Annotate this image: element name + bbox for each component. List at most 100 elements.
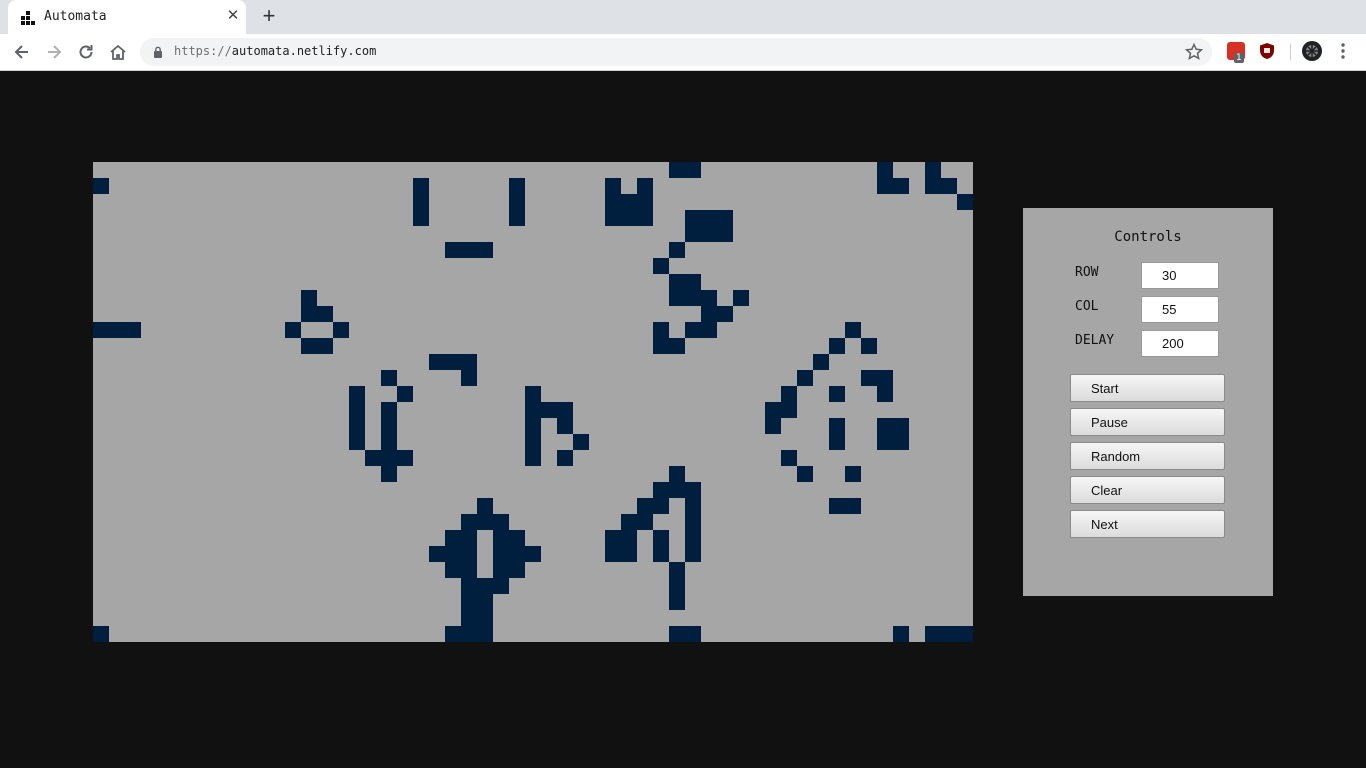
- grid-cell-live[interactable]: [637, 194, 653, 210]
- browser-tab[interactable]: Automata ✕: [8, 0, 246, 34]
- grid-cell-live[interactable]: [317, 338, 333, 354]
- grid-cell-live[interactable]: [781, 402, 797, 418]
- grid-cell-live[interactable]: [349, 402, 365, 418]
- grid-cell-live[interactable]: [381, 434, 397, 450]
- grid-cell-live[interactable]: [445, 562, 461, 578]
- grid-cell-live[interactable]: [701, 306, 717, 322]
- next-button[interactable]: Next: [1070, 510, 1225, 538]
- grid-cell-live[interactable]: [509, 530, 525, 546]
- grid-cell-live[interactable]: [461, 370, 477, 386]
- grid-cell-live[interactable]: [637, 514, 653, 530]
- grid-cell-live[interactable]: [477, 594, 493, 610]
- grid-cell-live[interactable]: [605, 530, 621, 546]
- grid-cell-live[interactable]: [461, 242, 477, 258]
- grid-cell-live[interactable]: [797, 370, 813, 386]
- grid-cell-live[interactable]: [461, 562, 477, 578]
- delay-input[interactable]: [1141, 330, 1219, 357]
- grid-cell-live[interactable]: [653, 482, 669, 498]
- grid-cell-live[interactable]: [621, 514, 637, 530]
- grid-cell-live[interactable]: [637, 498, 653, 514]
- grid-cell-live[interactable]: [685, 530, 701, 546]
- menu-kebab-icon[interactable]: [1336, 42, 1350, 60]
- grid-cell-live[interactable]: [349, 386, 365, 402]
- address-bar[interactable]: https://automata.netlify.com: [140, 38, 1212, 66]
- grid-cell-live[interactable]: [813, 354, 829, 370]
- grid-cell-live[interactable]: [653, 322, 669, 338]
- grid-cell-live[interactable]: [717, 306, 733, 322]
- grid-cell-live[interactable]: [941, 626, 957, 642]
- grid-cell-live[interactable]: [477, 242, 493, 258]
- grid-cell-live[interactable]: [685, 274, 701, 290]
- grid-cell-live[interactable]: [493, 562, 509, 578]
- grid-cell-live[interactable]: [509, 194, 525, 210]
- grid-cell-live[interactable]: [461, 354, 477, 370]
- grid-cell-live[interactable]: [669, 242, 685, 258]
- grid-cell-live[interactable]: [477, 626, 493, 642]
- grid-cell-live[interactable]: [525, 386, 541, 402]
- grid-cell-live[interactable]: [125, 322, 141, 338]
- grid-cell-live[interactable]: [621, 194, 637, 210]
- grid-cell-live[interactable]: [429, 546, 445, 562]
- grid-cell-live[interactable]: [669, 274, 685, 290]
- pause-button[interactable]: Pause: [1070, 408, 1225, 436]
- grid-cell-live[interactable]: [877, 418, 893, 434]
- grid-cell-live[interactable]: [845, 322, 861, 338]
- grid-cell-live[interactable]: [349, 418, 365, 434]
- grid-cell-live[interactable]: [717, 210, 733, 226]
- grid-cell-live[interactable]: [381, 402, 397, 418]
- grid-cell-live[interactable]: [461, 610, 477, 626]
- grid-cell-live[interactable]: [669, 338, 685, 354]
- back-arrow-icon[interactable]: [12, 42, 32, 62]
- grid-cell-live[interactable]: [941, 178, 957, 194]
- grid-cell-live[interactable]: [605, 546, 621, 562]
- grid-cell-live[interactable]: [445, 354, 461, 370]
- grid-cell-live[interactable]: [397, 450, 413, 466]
- grid-cell-live[interactable]: [509, 178, 525, 194]
- grid-cell-live[interactable]: [957, 626, 973, 642]
- grid-cell-live[interactable]: [845, 466, 861, 482]
- grid-cell-live[interactable]: [829, 386, 845, 402]
- grid-cell-live[interactable]: [413, 194, 429, 210]
- grid-cell-live[interactable]: [381, 450, 397, 466]
- profile-avatar-icon[interactable]: [1302, 41, 1322, 61]
- grid-cell-live[interactable]: [669, 562, 685, 578]
- grid-cell-live[interactable]: [877, 162, 893, 178]
- grid-cell-live[interactable]: [877, 370, 893, 386]
- grid-cell-live[interactable]: [605, 194, 621, 210]
- grid-cell-live[interactable]: [93, 322, 109, 338]
- grid-cell-live[interactable]: [381, 418, 397, 434]
- col-input[interactable]: [1141, 296, 1219, 323]
- url-text[interactable]: https://automata.netlify.com: [174, 44, 376, 58]
- grid-cell-live[interactable]: [493, 514, 509, 530]
- extension-icon[interactable]: 1: [1227, 42, 1245, 63]
- grid-cell-live[interactable]: [381, 466, 397, 482]
- grid-cell-live[interactable]: [669, 578, 685, 594]
- grid-cell-live[interactable]: [621, 210, 637, 226]
- grid-cell-live[interactable]: [877, 434, 893, 450]
- grid-cell-live[interactable]: [301, 338, 317, 354]
- grid-cell-live[interactable]: [333, 322, 349, 338]
- grid-cell-live[interactable]: [861, 338, 877, 354]
- grid-cell-live[interactable]: [637, 210, 653, 226]
- automata-grid[interactable]: [93, 162, 973, 642]
- lock-icon[interactable]: [153, 46, 163, 58]
- grid-cell-live[interactable]: [557, 450, 573, 466]
- grid-cell-live[interactable]: [669, 594, 685, 610]
- grid-cell-live[interactable]: [557, 402, 573, 418]
- grid-cell-live[interactable]: [893, 434, 909, 450]
- grid-cell-live[interactable]: [493, 546, 509, 562]
- grid-cell-live[interactable]: [525, 546, 541, 562]
- grid-cell-live[interactable]: [461, 578, 477, 594]
- grid-cell-live[interactable]: [109, 322, 125, 338]
- grid-cell-live[interactable]: [829, 418, 845, 434]
- grid-cell-live[interactable]: [365, 450, 381, 466]
- grid-cell-live[interactable]: [461, 514, 477, 530]
- grid-cell-live[interactable]: [669, 482, 685, 498]
- grid-cell-live[interactable]: [765, 402, 781, 418]
- grid-cell-live[interactable]: [445, 546, 461, 562]
- grid-cell-live[interactable]: [893, 178, 909, 194]
- grid-cell-live[interactable]: [461, 530, 477, 546]
- grid-cell-live[interactable]: [829, 338, 845, 354]
- grid-cell-live[interactable]: [701, 322, 717, 338]
- grid-cell-live[interactable]: [781, 386, 797, 402]
